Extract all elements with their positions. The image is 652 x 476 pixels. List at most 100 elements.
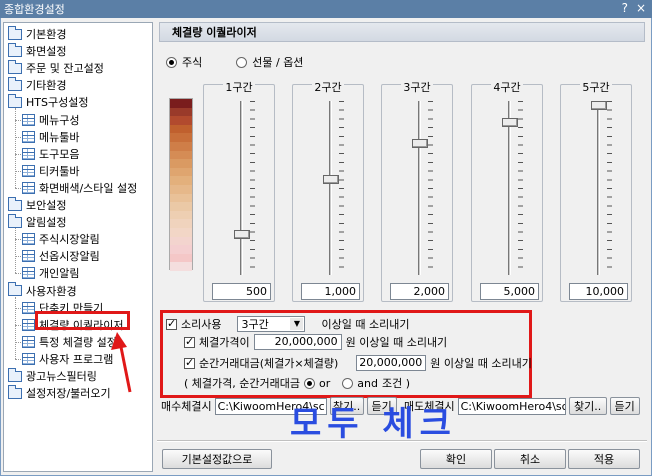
amount-input[interactable]: 20,000,000	[356, 355, 427, 371]
tree-item-label: 주식시장알림	[39, 233, 100, 247]
color-bar-segment	[170, 159, 192, 168]
slider-track[interactable]	[418, 101, 421, 275]
default-settings-button[interactable]: 기본설정값으로	[162, 449, 272, 469]
tree-item-label: 화면배색/스타일 설정	[39, 181, 138, 195]
sell-sound-path-input[interactable]: C:\KiwoomHero4\sc	[457, 397, 566, 415]
slider-track[interactable]	[597, 101, 600, 275]
page-grid-icon	[22, 352, 35, 365]
radio-or[interactable]	[303, 377, 315, 389]
title-controls: ? ×	[622, 1, 646, 15]
panel-title: 체결량 이퀄라이저	[159, 22, 645, 42]
price-row: 체결가격이 20,000,000 원 이상일 때 소리내기	[184, 334, 447, 350]
radio-and-label: and	[357, 376, 378, 390]
tree-item-label: 기본환경	[26, 28, 67, 41]
folder-icon	[8, 59, 22, 74]
slider-thumb[interactable]	[502, 117, 518, 127]
tree-item[interactable]: 사용자환경	[8, 282, 77, 299]
condition-prefix: ( 체결가격, 순간거래대금	[184, 377, 300, 390]
apply-button[interactable]: 적용	[568, 449, 640, 469]
radio-futures[interactable]	[236, 56, 248, 68]
page-grid-icon	[22, 113, 35, 126]
condition-row: ( 체결가격, 순간거래대금 or and 조건 )	[184, 375, 410, 391]
slider-thumb[interactable]	[234, 229, 250, 239]
radio-and[interactable]	[342, 377, 354, 389]
tree-item[interactable]: 화면배색/스타일 설정	[22, 180, 137, 196]
color-bar-segment	[170, 262, 192, 271]
tree-item[interactable]: HTS구성설정	[8, 93, 89, 110]
tree-item-label: 사용자환경	[26, 284, 77, 298]
section-label-text: 1구간	[223, 81, 255, 94]
tree-item-label: 메뉴구성	[39, 113, 80, 127]
color-bar-segment	[170, 227, 192, 237]
tree-item[interactable]: 주문 및 잔고설정	[8, 59, 104, 76]
tree-item[interactable]: 보안설정	[8, 196, 66, 213]
section-value-input[interactable]: 1,000	[301, 283, 360, 300]
tree-item-label: 선옵시장알림	[39, 250, 100, 264]
amount-checkbox[interactable]	[184, 356, 195, 369]
tree-item[interactable]: 설정저장/불러오기	[8, 384, 111, 401]
folder-icon	[8, 367, 22, 382]
sell-sound-find-button[interactable]: 찾기..	[568, 397, 607, 415]
tree-item-label: HTS구성설정	[26, 96, 89, 110]
sound-section-select[interactable]: 3구간 ▼	[237, 316, 306, 332]
section-slider-group: 3구간 2,000	[381, 81, 453, 302]
section-value-input[interactable]: 2,000	[390, 283, 449, 300]
price-input[interactable]: 20,000,000	[253, 334, 342, 350]
ok-button[interactable]: 확인	[420, 449, 492, 469]
tree-item[interactable]: 알림설정	[8, 213, 66, 230]
price-suffix: 원 이상일 때 소리내기	[345, 336, 448, 349]
color-bar-segment	[170, 219, 192, 228]
section-value-input[interactable]: 500	[212, 283, 271, 300]
tree-item[interactable]: 선옵시장알림	[22, 248, 100, 264]
tree-item[interactable]: 기타환경	[8, 76, 66, 93]
slider-thumb[interactable]	[323, 175, 339, 185]
page-grid-icon	[22, 164, 35, 177]
amount-row: 순간거래대금(체결가×체결량) 20,000,000 원 이상일 때 소리내기	[184, 355, 532, 371]
tree-item-label: 개인알림	[39, 267, 80, 281]
sound-use-checkbox[interactable]	[166, 317, 177, 330]
cancel-button[interactable]: 취소	[494, 449, 566, 469]
section-label-text: 4구간	[491, 81, 523, 94]
tree-item[interactable]: 기본환경	[8, 25, 67, 42]
close-icon[interactable]: ×	[636, 1, 646, 15]
tree-item[interactable]: 도구모음	[22, 146, 79, 162]
radio-or-label: or	[318, 376, 331, 390]
section-label: 1구간	[204, 79, 274, 95]
page-grid-icon	[22, 335, 35, 348]
tree-item[interactable]: 광고뉴스필터링	[8, 367, 97, 384]
tree-item[interactable]: 개인알림	[22, 265, 79, 281]
tree-item[interactable]: 메뉴구성	[22, 112, 79, 128]
footer-separator	[157, 440, 647, 442]
radio-stock[interactable]	[166, 56, 177, 68]
sound-section-value: 3구간	[241, 318, 269, 331]
title-bar: 종합환경설정 ? ×	[0, 0, 652, 18]
tree-item-label: 메뉴툴바	[39, 130, 80, 144]
color-bar-segment	[170, 107, 192, 117]
section-value-input[interactable]: 5,000	[480, 283, 539, 300]
tree-item[interactable]: 주식시장알림	[22, 231, 100, 247]
tree-item[interactable]: 메뉴툴바	[22, 129, 79, 145]
slider-ticks	[518, 101, 523, 275]
dropdown-arrow-icon[interactable]: ▼	[290, 318, 304, 330]
price-checkbox[interactable]	[184, 335, 195, 348]
tree-item[interactable]: 화면설정	[8, 42, 66, 59]
page-grid-icon	[22, 250, 35, 263]
section-slider-group: 1구간 500	[203, 81, 275, 302]
color-bar-segment	[170, 202, 192, 211]
slider-thumb[interactable]	[591, 101, 607, 110]
slider-thumb[interactable]	[412, 138, 428, 148]
type-radio-group: 주식 선물 / 옵션	[166, 54, 303, 70]
page-grid-icon	[22, 318, 35, 331]
color-bar-segment	[170, 124, 192, 134]
buy-sound-label: 매수체결시	[161, 400, 212, 413]
sell-sound-listen-button[interactable]: 듣기	[609, 397, 640, 415]
amount-label: 순간거래대금(체결가×체결량)	[199, 357, 339, 370]
tree-item[interactable]: 티커툴바	[22, 163, 79, 179]
radio-futures-label: 선물 / 옵션	[252, 56, 304, 69]
slider-track[interactable]	[508, 101, 511, 275]
section-label: 5구간	[561, 79, 631, 95]
help-icon[interactable]: ?	[622, 1, 628, 15]
slider-track[interactable]	[240, 101, 243, 275]
section-value-input[interactable]: 10,000	[569, 283, 628, 300]
slider-track[interactable]	[329, 101, 332, 275]
